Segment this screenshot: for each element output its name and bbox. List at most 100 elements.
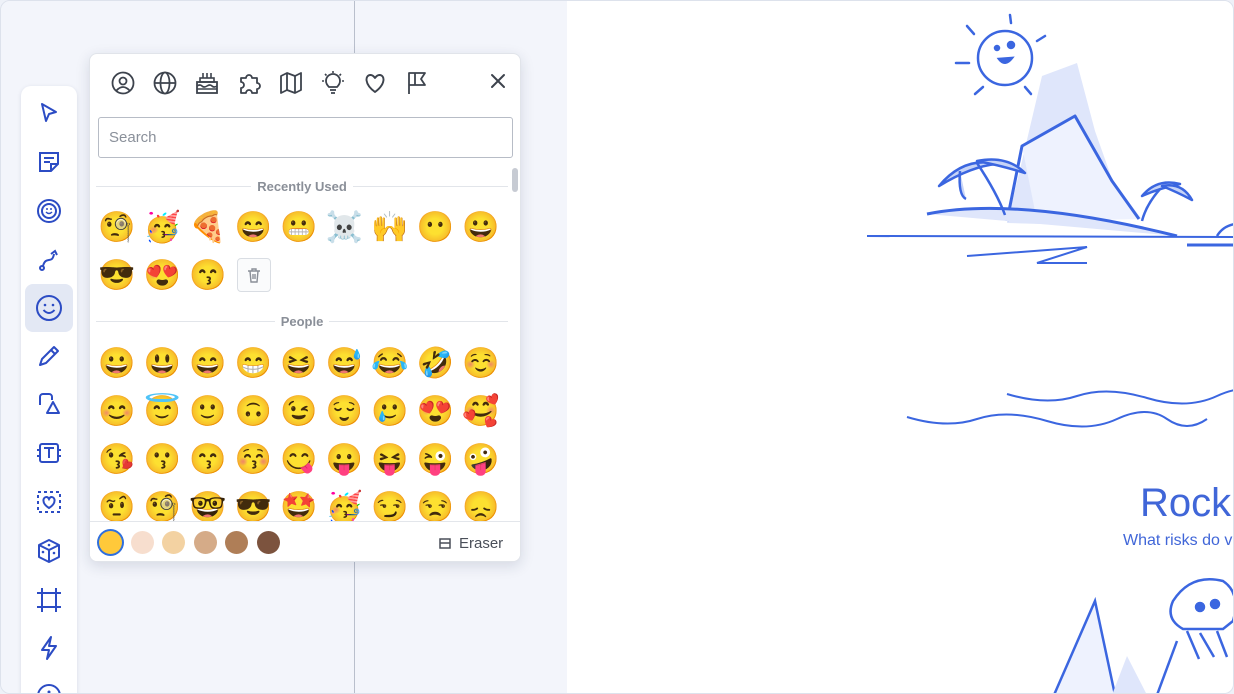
emoji-people-21[interactable]: 😚 <box>233 438 275 480</box>
emoji-people-10[interactable]: 😇 <box>142 390 184 432</box>
emoji-people-3[interactable]: 😁 <box>233 342 275 384</box>
emoji-people-1[interactable]: 😃 <box>142 342 184 384</box>
emoji-recent-6[interactable]: 🙌 <box>369 206 411 248</box>
puzzle-icon <box>240 74 261 94</box>
emoji-people-31[interactable]: 🤩 <box>278 486 320 523</box>
category-tabs <box>102 68 438 98</box>
close-icon <box>491 74 505 88</box>
emoji-people-2[interactable]: 😄 <box>187 342 229 384</box>
tab-symbols[interactable] <box>354 68 396 98</box>
emoji-people-34[interactable]: 😒 <box>415 486 457 523</box>
picker-footer: Eraser <box>90 521 520 561</box>
island-illustration <box>866 13 1233 693</box>
emoji-recent-1[interactable]: 🥳 <box>142 206 184 248</box>
emoji-recent-4[interactable]: 😬 <box>278 206 320 248</box>
emoji-people-6[interactable]: 😂 <box>369 342 411 384</box>
heart-frame-icon <box>37 491 61 513</box>
eraser-button[interactable]: Eraser <box>438 532 503 554</box>
emoji-recent-8[interactable]: 😀 <box>460 206 502 248</box>
emoji-people-8[interactable]: ☺️ <box>460 342 502 384</box>
emoji-people-30[interactable]: 😎 <box>233 486 275 523</box>
emoji-people-5[interactable]: 😅 <box>324 342 366 384</box>
eraser-label: Eraser <box>459 534 504 552</box>
recently-used-label: Recently Used <box>257 178 347 194</box>
sticker-tool[interactable] <box>25 187 73 235</box>
frame-tool[interactable] <box>25 576 73 624</box>
pen-tool[interactable] <box>25 332 73 380</box>
emoji-people-29[interactable]: 🤓 <box>187 486 229 523</box>
skin-tone-1[interactable] <box>130 531 154 554</box>
emoji-people-13[interactable]: 😉 <box>278 390 320 432</box>
skin-tone-4[interactable] <box>225 531 248 554</box>
emoji-recent-2[interactable]: 🍕 <box>187 206 229 248</box>
emoji-people-14[interactable]: 😌 <box>324 390 366 432</box>
tab-people[interactable] <box>102 68 144 98</box>
emoji-recent-3[interactable]: 😄 <box>233 206 275 248</box>
emoji-recent-7[interactable]: 😶 <box>415 206 457 248</box>
more-tool[interactable] <box>25 672 73 693</box>
app-window: Rock What risks do v Search Recently Use… <box>0 0 1234 694</box>
emoji-recent-10[interactable]: 😍 <box>142 254 184 296</box>
canvas-board[interactable] <box>567 1 1233 693</box>
emoji-people-26[interactable]: 🤪 <box>460 438 502 480</box>
scrollbar-thumb[interactable] <box>512 168 518 192</box>
emoji-people-22[interactable]: 😋 <box>278 438 320 480</box>
emoji-people-0[interactable]: 😀 <box>96 342 138 384</box>
tab-flags[interactable] <box>396 68 438 98</box>
emoji-recent-11[interactable]: 😙 <box>187 254 229 296</box>
emoji-people-19[interactable]: 😗 <box>142 438 184 480</box>
emoji-people-17[interactable]: 🥰 <box>460 390 502 432</box>
emoji-people-12[interactable]: 🙃 <box>233 390 275 432</box>
recently-used-header: Recently Used <box>96 178 508 194</box>
text-tool[interactable] <box>25 429 73 477</box>
emoji-people-9[interactable]: 😊 <box>96 390 138 432</box>
lightning-tool[interactable] <box>25 624 73 672</box>
emoji-people-33[interactable]: 😏 <box>369 486 411 523</box>
close-button[interactable] <box>486 68 510 94</box>
tab-objects[interactable] <box>312 68 354 98</box>
emoji-recent-0[interactable]: 🧐 <box>96 206 138 248</box>
skin-tone-0[interactable] <box>99 531 122 554</box>
skin-tone-2[interactable] <box>162 531 185 554</box>
connector-tool[interactable] <box>25 236 73 284</box>
shapes-tool[interactable] <box>25 380 73 428</box>
sticky-note-tool[interactable] <box>25 138 73 186</box>
emoji-people-28[interactable]: 🧐 <box>142 486 184 523</box>
skin-tone-3[interactable] <box>193 531 217 554</box>
emoji-people-25[interactable]: 😜 <box>415 438 457 480</box>
emoji-people-32[interactable]: 🥳 <box>324 486 366 523</box>
emoji-people-24[interactable]: 😝 <box>369 438 411 480</box>
dice-tool[interactable] <box>25 527 73 575</box>
emoji-people-4[interactable]: 😆 <box>278 342 320 384</box>
clear-recent-button[interactable] <box>236 258 271 292</box>
shapes-icon <box>39 393 60 414</box>
people-label: People <box>280 313 324 329</box>
emoji-people-16[interactable]: 😍 <box>415 390 457 432</box>
emoji-people-18[interactable]: 😘 <box>96 438 138 480</box>
select-tool[interactable] <box>25 89 73 137</box>
emoji-people-15[interactable]: 🥲 <box>369 390 411 432</box>
tab-nature[interactable] <box>144 68 186 98</box>
emoji-tool[interactable] <box>25 284 73 332</box>
smiley-icon <box>36 295 62 321</box>
search-input[interactable] <box>98 117 513 158</box>
tab-activity[interactable] <box>228 68 270 98</box>
dice-icon <box>38 539 60 563</box>
skin-tone-5[interactable] <box>256 531 280 554</box>
emoji-people-23[interactable]: 😛 <box>324 438 366 480</box>
emoji-people-20[interactable]: 😙 <box>187 438 229 480</box>
tab-travel[interactable] <box>270 68 312 98</box>
tab-food[interactable] <box>186 68 228 98</box>
emoji-recent-9[interactable]: 😎 <box>96 254 138 296</box>
emoji-people-11[interactable]: 🙂 <box>187 390 229 432</box>
emoji-people-35[interactable]: 😞 <box>460 486 502 523</box>
eraser-icon <box>439 538 451 549</box>
frame-heart-tool[interactable] <box>25 478 73 526</box>
more-icon <box>37 684 61 693</box>
emoji-recent-5[interactable]: ☠️ <box>324 206 366 248</box>
emoji-people-7[interactable]: 🤣 <box>415 342 457 384</box>
person-circle-icon <box>111 71 135 95</box>
emoji-people-27[interactable]: 🤨 <box>96 486 138 523</box>
canvas-subtitle: What risks do v <box>1123 532 1233 549</box>
emoji-list[interactable]: Recently Used 🧐 🥳 🍕 😄 😬 ☠️ 🙌 😶 😀 😎 😍 😙 People 😀 😃 😄 😁 😆… <box>90 172 520 523</box>
